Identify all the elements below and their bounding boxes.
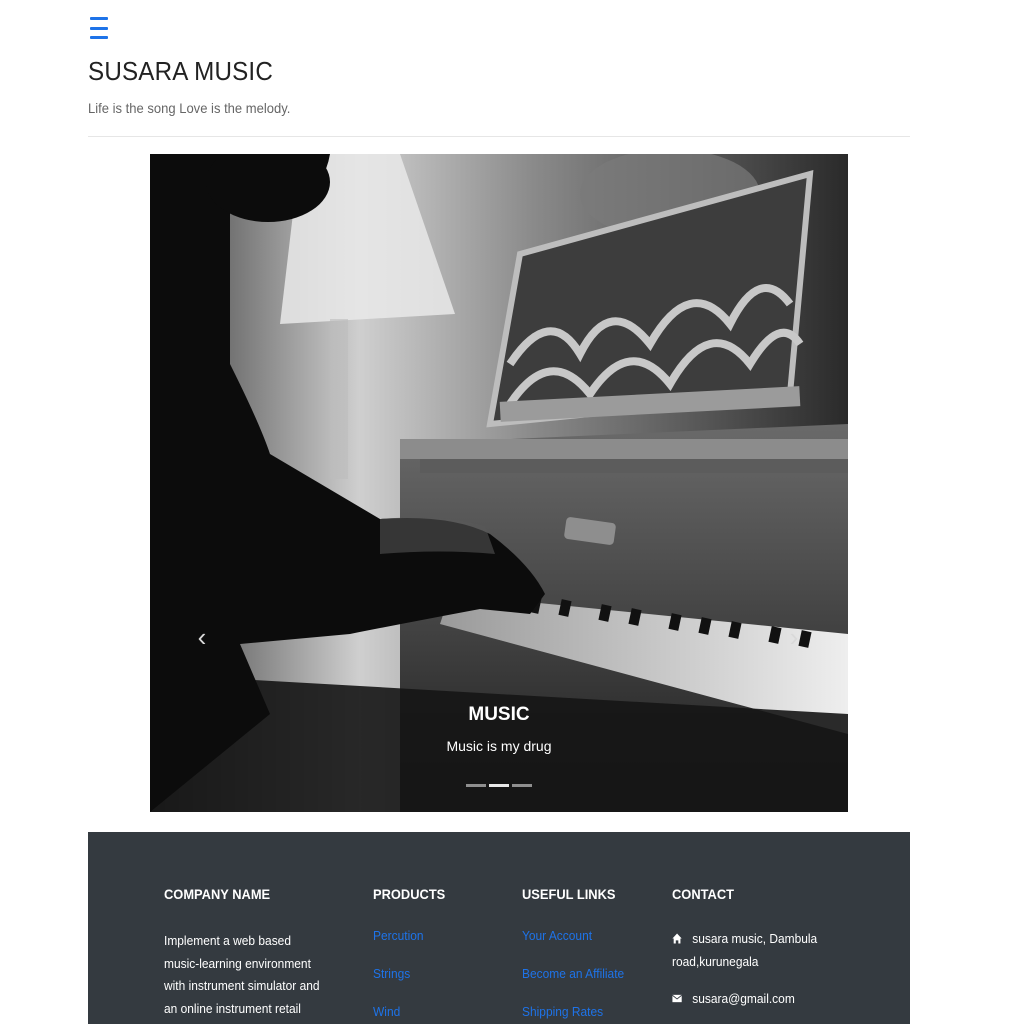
envelope-icon: [672, 994, 682, 1003]
footer-company-text: Implement a web based music-learning env…: [164, 933, 320, 1024]
hamburger-icon[interactable]: [90, 17, 108, 39]
carousel-caption-title: MUSIC: [468, 704, 530, 725]
footer-contact-email: susara@gmail.com: [672, 988, 828, 1011]
site-title: SUSARA MUSIC: [88, 56, 273, 86]
carousel-indicators: [466, 784, 532, 788]
footer-contact-heading: CONTACT: [672, 886, 735, 902]
carousel-indicator-1[interactable]: [466, 784, 486, 787]
site-footer: COMPANY NAME Implement a web based music…: [88, 832, 910, 1024]
footer-link-shipping-rates[interactable]: Shipping Rates: [522, 1002, 624, 1021]
chevron-left-icon[interactable]: ‹: [190, 622, 214, 652]
hero-carousel: ‹ › MUSIC Music is my drug: [150, 154, 848, 812]
footer-products-heading: PRODUCTS: [373, 886, 446, 902]
header-divider: [88, 136, 910, 137]
home-icon: [672, 933, 682, 944]
footer-contact-email-text: susara@gmail.com: [692, 991, 795, 1006]
footer-products-column: PRODUCTS Percution Strings Wind: [373, 886, 452, 1021]
footer-company-column: COMPANY NAME Implement a web based music…: [164, 886, 344, 1024]
carousel-indicator-2[interactable]: [489, 784, 509, 787]
footer-contact-address-text: susara music, Dambula road,kurunegala: [672, 931, 818, 969]
footer-link-your-account[interactable]: Your Account: [522, 926, 624, 945]
footer-useful-links-heading: USEFUL LINKS: [522, 886, 616, 902]
footer-link-become-affiliate[interactable]: Become an Affiliate: [522, 964, 624, 983]
carousel-caption-text: Music is my drug: [446, 738, 552, 754]
footer-company-heading: COMPANY NAME: [164, 886, 271, 902]
footer-useful-links-column: USEFUL LINKS Your Account Become an Affi…: [522, 886, 633, 1021]
footer-link-strings[interactable]: Strings: [373, 964, 445, 983]
chevron-right-icon[interactable]: ›: [782, 622, 806, 652]
carousel-indicator-3[interactable]: [512, 784, 532, 787]
footer-link-wind[interactable]: Wind: [373, 1002, 445, 1021]
footer-contact-column: CONTACT susara music, Dambula road,kurun…: [672, 886, 842, 1011]
footer-link-percution[interactable]: Percution: [373, 926, 445, 945]
footer-contact-address: susara music, Dambula road,kurunegala: [672, 928, 819, 973]
site-tagline: Life is the song Love is the melody.: [88, 100, 291, 116]
